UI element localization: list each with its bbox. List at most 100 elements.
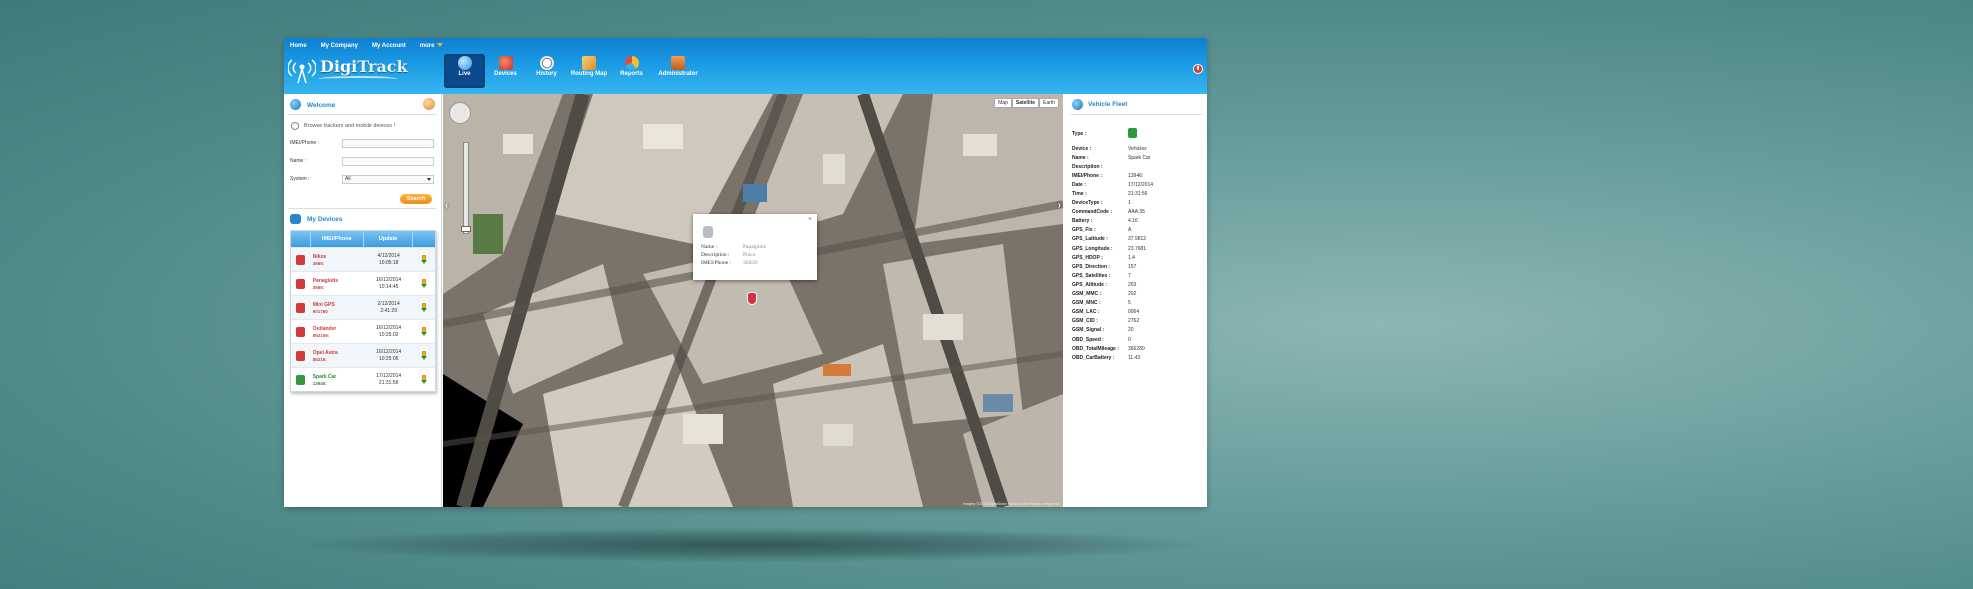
download-icon[interactable] [421,350,428,361]
collapse-left-icon[interactable]: ‹ [445,200,448,211]
property-key: CommandCode : [1072,209,1112,216]
update-date: 16/12/2014 [376,276,402,283]
header-icon-col [291,231,311,247]
update-time: 10:05:18 [378,259,399,266]
vehicle-type-icon [1128,128,1137,138]
pie-chart-icon [624,56,639,70]
nav-more-link[interactable]: more [420,40,444,52]
browse-hint: Browse trackers and mobile devices ! [304,123,396,129]
power-logout-icon[interactable] [1193,64,1203,74]
nav-devices-button[interactable]: Devices [485,54,526,88]
update-cell: 2/12/2014 2:41:29 [364,301,413,315]
property-key: Type : [1072,131,1087,137]
zoom-slider[interactable] [463,142,469,234]
nav-reports-button[interactable]: Reports [611,54,652,88]
logo-swoosh [318,76,398,82]
info-imei-label: IMEI/Phone : [701,260,732,266]
user-avatar-icon[interactable] [423,98,435,110]
property-key: GPS_Direction : [1072,263,1111,270]
download-icon[interactable] [421,278,428,289]
system-select[interactable]: All [342,174,434,184]
device-name[interactable]: Opel Astra [313,350,364,357]
collapse-right-icon[interactable]: › [1058,200,1061,211]
download-icon[interactable] [421,254,428,265]
property-value: AAA:35 [1128,209,1145,216]
property-row: IMEI/Phone : 13946: [1072,171,1204,180]
property-row: Type : [1072,124,1204,144]
map-type-map[interactable]: Map [994,98,1012,108]
nav-administrator-button[interactable]: Administrator [652,54,704,88]
update-date: 2/12/2014 [377,300,400,307]
action-cell [413,350,435,361]
property-row: GPS_Satellites : 7 [1072,271,1204,280]
table-row[interactable]: Spark Car 13946: 17/12/2014 21:31:56 [291,367,435,391]
devices-table-header: IMEI/Phone Update [291,231,435,247]
device-cell: Outlander 852159: [311,326,364,338]
property-key: GSM_MMC : [1072,291,1102,298]
update-cell: 16/12/2014 10:14:45 [364,277,413,291]
table-row[interactable]: Outlander 852159: 16/12/2014 10:25:02 [291,319,435,343]
property-key: GPS_Longitude : [1072,245,1113,252]
download-icon[interactable] [421,302,428,313]
car-marker-icon [296,326,306,337]
property-key: Name : [1072,154,1089,161]
header-imei: IMEI/Phone [311,231,364,247]
device-name[interactable]: Panagiotis [313,278,364,285]
zoom-slider-handle[interactable] [461,226,471,232]
update-date: 4/12/2014 [377,252,400,259]
property-key: GSM_LAC : [1072,309,1100,316]
nav-routing-map-button[interactable]: Routing Map [567,54,611,88]
chevron-down-icon [437,43,444,48]
header-action-col [413,231,435,247]
device-name[interactable]: Spark Car [313,374,364,381]
info-desc-value: Pinco [743,252,756,258]
name-row: Name : [290,156,436,166]
nav-home-link[interactable]: Home [290,40,307,52]
download-icon[interactable] [421,326,428,337]
property-key: Device : [1072,145,1092,152]
property-value: 157 [1128,263,1137,270]
nav-company-link[interactable]: My Company [321,40,358,52]
property-key: GPS_Altitude : [1072,281,1108,288]
status-cell [291,350,311,361]
property-row: DeviceType : 1 [1072,199,1204,208]
nav-history-button[interactable]: History [526,54,567,88]
property-key: GSM_Signal : [1072,327,1105,334]
device-name[interactable]: Mini GPS [313,302,364,309]
map-type-satellite[interactable]: Satellite [1011,98,1040,108]
table-row[interactable]: Nikos 3565: 4/12/2014 10:05:18 [291,247,435,271]
table-row[interactable]: Mini GPS 601780 2/12/2014 2:41:29 [291,295,435,319]
property-key: OBD_TotalMileage : [1072,345,1119,352]
table-row[interactable]: Panagiotis 3565: 16/12/2014 10:14:45 [291,271,435,295]
floor-shadow [300,528,1200,562]
device-name[interactable]: Outlander [313,326,364,333]
status-cell [291,254,311,265]
map-view[interactable]: ‹ › Map Satellite Earth × Name : Panagiot… [443,94,1063,507]
search-button[interactable]: Search [400,194,432,204]
nav-history-label: History [536,71,557,77]
name-input[interactable] [342,156,434,166]
property-value [1128,128,1137,140]
nav-account-link[interactable]: My Account [372,40,406,52]
map-type-earth[interactable]: Earth [1039,98,1059,108]
device-imei: 852159: [312,332,330,338]
imei-input[interactable] [342,138,434,148]
property-value: 11.43 [1128,354,1141,361]
map-marker-icon[interactable] [747,292,757,305]
nav-routing-map-label: Routing Map [570,71,608,77]
property-row: OBD_Speed : 0 [1072,335,1204,344]
car-marker-icon [296,278,306,289]
device-properties: Type : Device : Vehicles Name : Spark Car Des… [1072,124,1204,362]
status-cell [291,374,311,385]
update-date: 16/12/2014 [376,324,402,331]
close-icon[interactable]: × [808,216,812,223]
pan-control[interactable] [449,102,471,124]
divider [1070,114,1202,115]
table-row[interactable]: Opel Astra 85215: 16/12/2014 10:25:05 [291,343,435,367]
system-label: System : [290,176,310,182]
device-name[interactable]: Nikos [313,254,364,261]
download-icon[interactable] [421,374,428,385]
car-marker-icon [296,374,306,385]
nav-live-button[interactable]: Live [444,54,485,88]
property-key: Date : [1072,181,1086,188]
